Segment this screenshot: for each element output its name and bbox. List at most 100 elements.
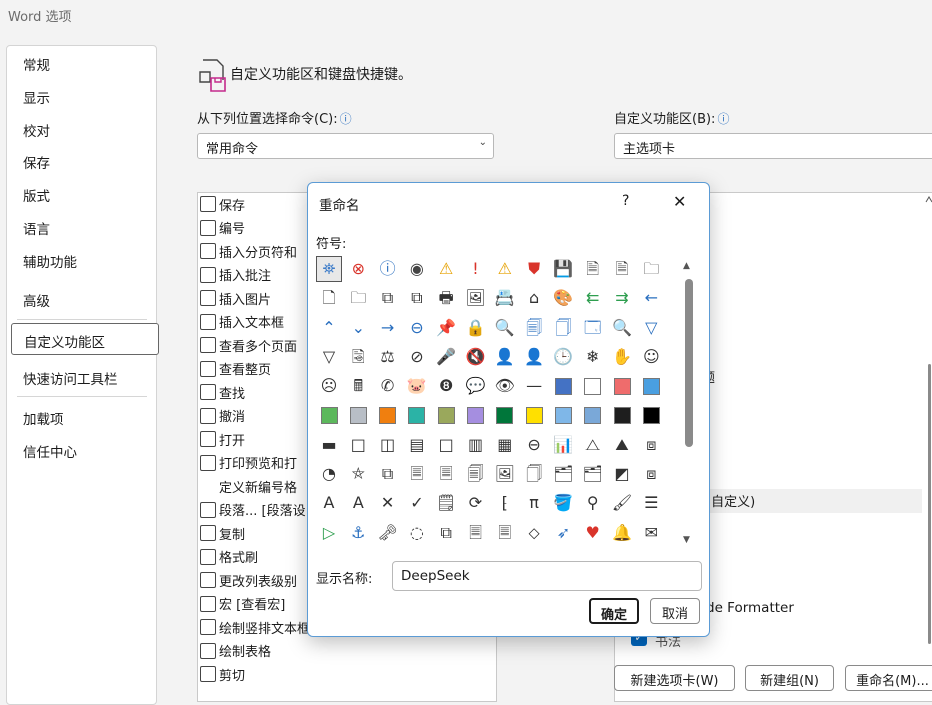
symbol-cell[interactable]: 🖌 <box>609 490 635 516</box>
command-list-item[interactable]: 绘制表格 <box>200 640 496 662</box>
symbol-cell[interactable]: 🗔 <box>580 315 606 341</box>
symbol-cell[interactable]: ⛰ <box>609 432 635 458</box>
symbol-cell[interactable]: 🔒 <box>463 315 489 341</box>
symbol-cell[interactable]: 🔍 <box>609 315 635 341</box>
tree-item-custom[interactable]: (自定义) <box>706 491 755 510</box>
help-button[interactable]: ? <box>622 193 629 209</box>
symbol-cell[interactable]: ⚓ <box>345 520 371 546</box>
symbol-cell[interactable]: 📊 <box>550 432 576 458</box>
symbol-cell[interactable]: ⧈ <box>638 432 664 458</box>
scrollbar-thumb[interactable] <box>685 279 693 447</box>
symbol-cell[interactable]: 🗏 <box>492 520 518 546</box>
new-tab-button[interactable]: 新建选项卡(W) <box>614 665 735 691</box>
symbol-cell[interactable]: ❽ <box>433 373 459 399</box>
symbol-cell[interactable]: 💬 <box>463 373 489 399</box>
tree-item-formatter[interactable]: de Formatter <box>706 600 794 616</box>
cancel-button[interactable]: 取消 <box>650 598 700 624</box>
symbol-cell[interactable]: 🖼 <box>492 461 518 487</box>
symbol-cell[interactable]: 🖼 <box>463 285 489 311</box>
symbol-cell[interactable]: 🎨 <box>550 285 576 311</box>
symbol-cell[interactable]: ⧉ <box>404 285 430 311</box>
nav-item-customize-ribbon[interactable]: 自定义功能区 <box>11 323 159 355</box>
symbol-cell[interactable]: ◌ <box>404 520 430 546</box>
symbol-cell[interactable]: 🗏 <box>404 461 430 487</box>
symbol-cell[interactable]: 🐷 <box>404 373 430 399</box>
symbol-cell[interactable] <box>609 373 635 399</box>
symbol-cell[interactable]: ! <box>463 256 489 282</box>
symbol-cell[interactable]: ⌄ <box>345 315 371 341</box>
symbol-cell[interactable]: 🗏 <box>433 461 459 487</box>
symbol-cell[interactable]: ⊗ <box>345 256 371 282</box>
symbol-cell[interactable]: ◫ <box>375 432 401 458</box>
symbol-cell[interactable] <box>580 403 606 429</box>
symbol-scrollbar[interactable]: ▲ ▼ <box>682 261 696 549</box>
symbol-cell[interactable]: ⛯ <box>316 256 342 282</box>
symbol-cell[interactable] <box>404 403 430 429</box>
scroll-up-icon[interactable]: ▲ <box>683 261 690 271</box>
symbol-cell[interactable] <box>375 403 401 429</box>
symbol-cell[interactable]: ☰ <box>638 490 664 516</box>
symbol-cell[interactable]: 🗎 <box>580 256 606 282</box>
rename-button[interactable]: 重命名(M)... <box>845 665 932 691</box>
symbol-cell[interactable]: ♥ <box>580 520 606 546</box>
symbol-cell[interactable]: ✉ <box>638 520 664 546</box>
symbol-cell[interactable]: ▥ <box>463 432 489 458</box>
symbol-cell[interactable]: 🔇 <box>463 344 489 370</box>
symbol-cell[interactable] <box>638 373 664 399</box>
symbol-cell[interactable]: ⁅ <box>492 490 518 516</box>
info-icon[interactable]: ⓘ <box>340 112 352 126</box>
nav-item-trust-center[interactable]: 信任中心 <box>23 441 77 461</box>
symbol-cell[interactable]: ⛊ <box>521 256 547 282</box>
symbol-cell[interactable]: ✋ <box>609 344 635 370</box>
symbol-cell[interactable] <box>609 403 635 429</box>
symbol-cell[interactable]: ▬ <box>316 432 342 458</box>
symbol-cell[interactable] <box>345 403 371 429</box>
symbol-cell[interactable] <box>580 373 606 399</box>
symbol-cell[interactable]: ◔ <box>316 461 342 487</box>
symbol-cell[interactable]: 🗏 <box>463 520 489 546</box>
nav-item-quick-access[interactable]: 快速访问工具栏 <box>23 368 118 388</box>
symbol-cell[interactable]: ⌂ <box>521 285 547 311</box>
symbol-cell[interactable]: ⚠ <box>492 256 518 282</box>
symbol-cell[interactable]: 🗒 <box>433 490 459 516</box>
symbol-cell[interactable]: 🪣 <box>550 490 576 516</box>
symbol-cell[interactable]: 🗀 <box>345 285 371 311</box>
symbol-cell[interactable]: — <box>521 373 547 399</box>
symbol-cell[interactable]: 👤 <box>521 344 547 370</box>
symbol-cell[interactable]: ⚖ <box>375 344 401 370</box>
customize-ribbon-combo[interactable]: 主选项卡 <box>614 133 932 159</box>
symbol-cell[interactable]: ✆ <box>375 373 401 399</box>
symbol-cell[interactable]: 🗍 <box>521 461 547 487</box>
symbol-cell[interactable]: A <box>345 490 371 516</box>
symbol-cell[interactable]: 💾 <box>550 256 576 282</box>
nav-item-save[interactable]: 保存 <box>23 152 50 172</box>
symbol-cell[interactable]: 🖩 <box>345 373 371 399</box>
symbol-cell[interactable]: ▽ <box>638 315 664 341</box>
symbol-cell[interactable]: ⟳ <box>463 490 489 516</box>
symbol-cell[interactable]: 🗐 <box>463 461 489 487</box>
symbol-cell[interactable]: ⬦ <box>521 520 547 546</box>
symbol-cell[interactable]: ◩ <box>609 461 635 487</box>
symbol-cell[interactable]: ⛤ <box>345 461 371 487</box>
symbol-cell[interactable]: ⌃ <box>316 315 342 341</box>
symbol-cell[interactable]: ☺ <box>638 344 664 370</box>
symbol-cell[interactable] <box>463 403 489 429</box>
symbol-cell[interactable]: ← <box>638 285 664 311</box>
nav-item-layout[interactable]: 版式 <box>23 185 50 205</box>
close-icon[interactable]: ✕ <box>673 192 686 211</box>
scroll-down-icon[interactable]: ▼ <box>683 535 690 545</box>
symbol-cell[interactable]: ⧉ <box>375 285 401 311</box>
symbol-cell[interactable]: ⧉ <box>375 461 401 487</box>
symbol-cell[interactable]: ✕ <box>375 490 401 516</box>
nav-item-addins[interactable]: 加载项 <box>23 408 64 428</box>
symbol-cell[interactable]: 🔔 <box>609 520 635 546</box>
display-name-input[interactable] <box>392 561 702 591</box>
symbol-cell[interactable] <box>638 403 664 429</box>
nav-item-proofing[interactable]: 校对 <box>23 120 50 140</box>
symbol-cell[interactable]: → <box>375 315 401 341</box>
symbol-cell[interactable] <box>492 403 518 429</box>
symbol-cell[interactable]: A <box>316 490 342 516</box>
choose-commands-combo[interactable]: 常用命令 ⌄ <box>197 133 494 159</box>
symbol-cell[interactable]: ✓ <box>404 490 430 516</box>
symbol-cell[interactable]: ▤ <box>404 432 430 458</box>
